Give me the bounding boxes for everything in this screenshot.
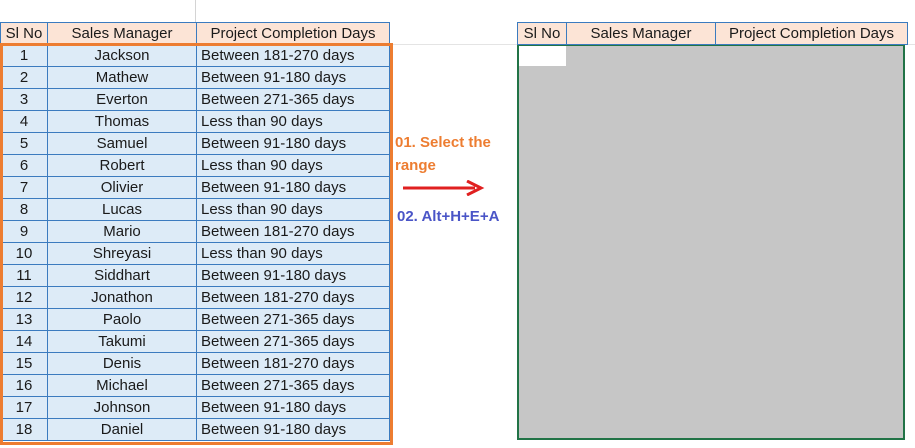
cell-completion-days[interactable]: Between 91-180 days bbox=[196, 418, 390, 441]
cell-completion-days[interactable]: Between 91-180 days bbox=[196, 396, 390, 419]
arrow-right-icon bbox=[403, 180, 485, 196]
cell-completion-days[interactable]: Less than 90 days bbox=[196, 154, 390, 177]
header-sales-manager[interactable]: Sales Manager bbox=[566, 22, 716, 45]
step1-annotation: 01. Select the range bbox=[395, 134, 491, 174]
cell-sales-manager[interactable]: Denis bbox=[47, 352, 197, 375]
cell-sl-no[interactable]: 14 bbox=[0, 330, 48, 353]
table-row: 9 Mario Between 181-270 days bbox=[0, 220, 390, 243]
active-cell[interactable] bbox=[519, 46, 566, 66]
cell-sales-manager[interactable]: Olivier bbox=[47, 176, 197, 199]
cell-sl-no[interactable]: 16 bbox=[0, 374, 48, 397]
cell-sales-manager[interactable]: Michael bbox=[47, 374, 197, 397]
header-row: Sl No Sales Manager Project Completion D… bbox=[0, 22, 390, 45]
cell-completion-days[interactable]: Between 181-270 days bbox=[196, 44, 390, 67]
table-row: 2 Mathew Between 91-180 days bbox=[0, 66, 390, 89]
header-row: Sl No Sales Manager Project Completion D… bbox=[517, 22, 908, 45]
table-row: 17 Johnson Between 91-180 days bbox=[0, 396, 390, 419]
cell-sales-manager[interactable]: Robert bbox=[47, 154, 197, 177]
table-row: 12 Jonathon Between 181-270 days bbox=[0, 286, 390, 309]
header-sl-no[interactable]: Sl No bbox=[0, 22, 48, 45]
cell-sl-no[interactable]: 12 bbox=[0, 286, 48, 309]
table-row: 7 Olivier Between 91-180 days bbox=[0, 176, 390, 199]
cell-completion-days[interactable]: Between 91-180 days bbox=[196, 132, 390, 155]
table-row: 15 Denis Between 181-270 days bbox=[0, 352, 390, 375]
cell-sl-no[interactable]: 8 bbox=[0, 198, 48, 221]
cell-sl-no[interactable]: 2 bbox=[0, 66, 48, 89]
cell-completion-days[interactable]: Less than 90 days bbox=[196, 198, 390, 221]
cell-sales-manager[interactable]: Siddhart bbox=[47, 264, 197, 287]
cell-sl-no[interactable]: 13 bbox=[0, 308, 48, 331]
cell-sales-manager[interactable]: Mathew bbox=[47, 66, 197, 89]
table-row: 4 Thomas Less than 90 days bbox=[0, 110, 390, 133]
header-sl-no[interactable]: Sl No bbox=[517, 22, 567, 45]
table-row: 18 Daniel Between 91-180 days bbox=[0, 418, 390, 441]
cell-sl-no[interactable]: 9 bbox=[0, 220, 48, 243]
cell-sales-manager[interactable]: Shreyasi bbox=[47, 242, 197, 265]
cell-sl-no[interactable]: 1 bbox=[0, 44, 48, 67]
cell-completion-days[interactable]: Between 91-180 days bbox=[196, 176, 390, 199]
table-row: 14 Takumi Between 271-365 days bbox=[0, 330, 390, 353]
table-row: 5 Samuel Between 91-180 days bbox=[0, 132, 390, 155]
cell-sl-no[interactable]: 10 bbox=[0, 242, 48, 265]
cell-sl-no[interactable]: 5 bbox=[0, 132, 48, 155]
cell-sl-no[interactable]: 11 bbox=[0, 264, 48, 287]
table-row: 8 Lucas Less than 90 days bbox=[0, 198, 390, 221]
table-row: 10 Shreyasi Less than 90 days bbox=[0, 242, 390, 265]
cell-sales-manager[interactable]: Jonathon bbox=[47, 286, 197, 309]
cell-sl-no[interactable]: 15 bbox=[0, 352, 48, 375]
header-project-completion-days[interactable]: Project Completion Days bbox=[715, 22, 908, 45]
table-row: 3 Everton Between 271-365 days bbox=[0, 88, 390, 111]
cell-completion-days[interactable]: Between 181-270 days bbox=[196, 352, 390, 375]
cell-sales-manager[interactable]: Thomas bbox=[47, 110, 197, 133]
table-row: 6 Robert Less than 90 days bbox=[0, 154, 390, 177]
cell-sl-no[interactable]: 18 bbox=[0, 418, 48, 441]
cell-sl-no[interactable]: 7 bbox=[0, 176, 48, 199]
cell-sales-manager[interactable]: Takumi bbox=[47, 330, 197, 353]
cell-sales-manager[interactable]: Jackson bbox=[47, 44, 197, 67]
cell-completion-days[interactable]: Between 91-180 days bbox=[196, 264, 390, 287]
cleared-range[interactable] bbox=[517, 44, 905, 440]
sheet-gridline bbox=[195, 0, 196, 22]
cell-sales-manager[interactable]: Lucas bbox=[47, 198, 197, 221]
cell-sales-manager[interactable]: Everton bbox=[47, 88, 197, 111]
cell-completion-days[interactable]: Between 181-270 days bbox=[196, 286, 390, 309]
cell-completion-days[interactable]: Between 181-270 days bbox=[196, 220, 390, 243]
cell-completion-days[interactable]: Between 271-365 days bbox=[196, 308, 390, 331]
step2-annotation: 02. Alt+H+E+A bbox=[397, 208, 500, 225]
cell-completion-days[interactable]: Between 271-365 days bbox=[196, 330, 390, 353]
cell-sl-no[interactable]: 4 bbox=[0, 110, 48, 133]
cell-sales-manager[interactable]: Daniel bbox=[47, 418, 197, 441]
cell-completion-days[interactable]: Less than 90 days bbox=[196, 110, 390, 133]
cell-completion-days[interactable]: Less than 90 days bbox=[196, 242, 390, 265]
cell-sl-no[interactable]: 6 bbox=[0, 154, 48, 177]
cell-sales-manager[interactable]: Johnson bbox=[47, 396, 197, 419]
header-project-completion-days[interactable]: Project Completion Days bbox=[196, 22, 390, 45]
table-row: 11 Siddhart Between 91-180 days bbox=[0, 264, 390, 287]
cell-sales-manager[interactable]: Mario bbox=[47, 220, 197, 243]
cell-sales-manager[interactable]: Paolo bbox=[47, 308, 197, 331]
cell-completion-days[interactable]: Between 91-180 days bbox=[196, 66, 390, 89]
cell-completion-days[interactable]: Between 271-365 days bbox=[196, 88, 390, 111]
cell-sl-no[interactable]: 17 bbox=[0, 396, 48, 419]
source-table[interactable]: Sl No Sales Manager Project Completion D… bbox=[0, 22, 390, 441]
target-table[interactable]: Sl No Sales Manager Project Completion D… bbox=[517, 22, 908, 45]
table-row: 13 Paolo Between 271-365 days bbox=[0, 308, 390, 331]
table-row: 16 Michael Between 271-365 days bbox=[0, 374, 390, 397]
cell-sl-no[interactable]: 3 bbox=[0, 88, 48, 111]
cell-completion-days[interactable]: Between 271-365 days bbox=[196, 374, 390, 397]
table-row: 1 Jackson Between 181-270 days bbox=[0, 44, 390, 67]
cell-sales-manager[interactable]: Samuel bbox=[47, 132, 197, 155]
header-sales-manager[interactable]: Sales Manager bbox=[47, 22, 197, 45]
